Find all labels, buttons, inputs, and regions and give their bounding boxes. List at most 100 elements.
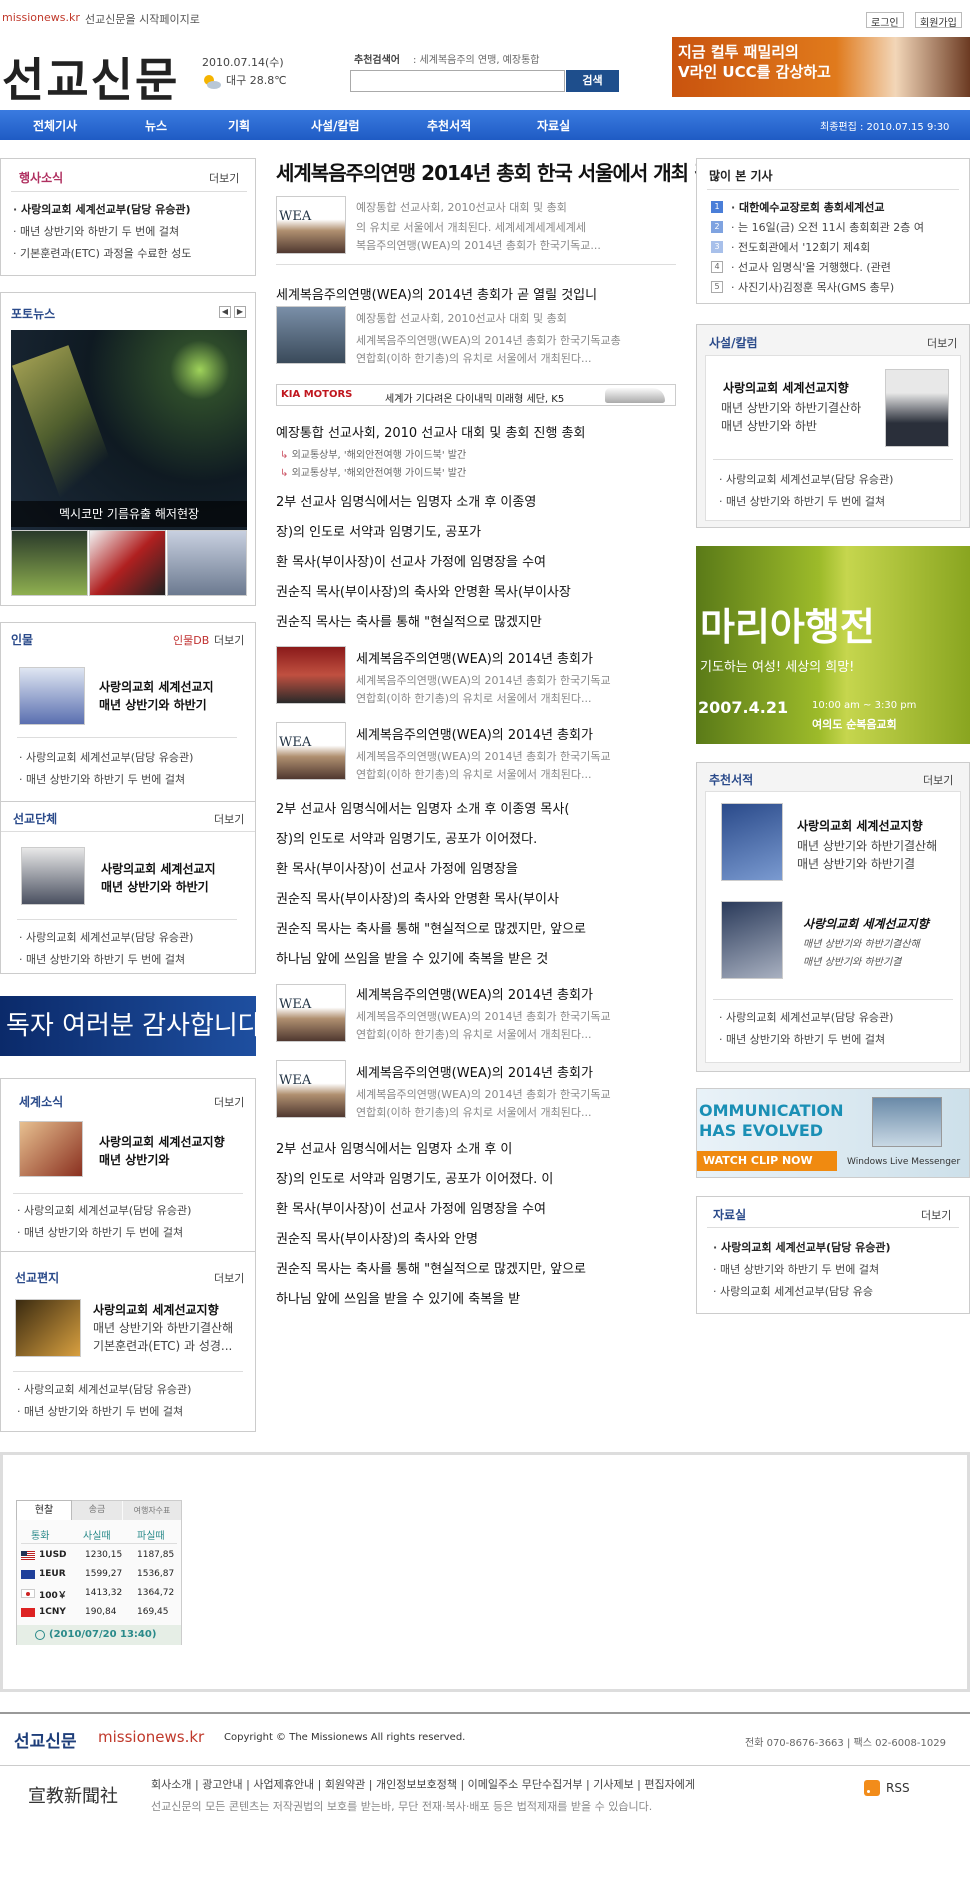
recommended-keywords[interactable]: : 세계복음주의 연맹, 예장통합 — [413, 51, 539, 66]
world-feature-image[interactable] — [19, 1121, 83, 1177]
events-item[interactable]: 기본훈련과(ETC) 과정을 수료한 성도 — [13, 245, 191, 261]
orgs-feature-title[interactable]: 사랑의교회 세계선교지 — [101, 860, 216, 877]
book-2-title[interactable]: 사랑의교회 세계선교지향 — [803, 915, 929, 932]
books-item[interactable]: 사랑의교회 세계선교부(담당 유승관) — [719, 1009, 893, 1025]
thumb3-image[interactable]: WEA — [276, 984, 346, 1042]
article-3-title[interactable]: 예장통합 선교사회, 2010 선교사 대회 및 총회 진행 총회 — [276, 422, 585, 441]
thumb1-image[interactable] — [276, 646, 346, 704]
book-1-cover[interactable] — [721, 803, 783, 881]
messenger-ad-banner[interactable]: OMMUNICATION HAS EVOLVED WATCH CLIP NOW … — [696, 1088, 970, 1178]
archive-item[interactable]: 사랑의교회 세계선교부(담당 유승 — [713, 1283, 873, 1299]
top-ad-banner[interactable]: 지금 컬투 패밀리의 V라인 UCC를 감상하고 — [672, 37, 970, 97]
set-start-page-link[interactable]: 선교신문을 시작페이지로 — [85, 11, 200, 27]
orgs-item[interactable]: 매년 상반기와 하반기 두 번에 걸쳐 — [19, 951, 185, 967]
letters-more-link[interactable]: 더보기 — [214, 1270, 244, 1286]
article-3-sub[interactable]: 외교통상부, '해외안전여행 가이드북' 발간 — [280, 464, 467, 479]
letters-feature-image[interactable] — [15, 1299, 81, 1357]
list3-item[interactable]: 2부 선교사 임명식에서는 임명자 소개 후 이 — [276, 1138, 512, 1157]
top-headline[interactable]: 세계복음주의연맹 2014년 총회 한국 서울에서 개최 결정 — [276, 157, 730, 186]
footer-link-ads[interactable]: 광고안내 — [202, 1778, 242, 1791]
site-link[interactable]: missionews.kr — [2, 11, 80, 24]
editorial-item[interactable]: 매년 상반기와 하반기 두 번에 걸쳐 — [719, 493, 885, 509]
book-2-cover[interactable] — [721, 901, 783, 979]
archive-item[interactable]: 매년 상반기와 하반기 두 번에 걸쳐 — [713, 1261, 879, 1277]
list1-item[interactable]: 환 목사(부이사장)이 선교사 가정에 임명장을 수여 — [276, 551, 546, 570]
list2-item[interactable]: 권순직 목사(부이사장)의 축사와 안명환 목사(부이사 — [276, 888, 559, 907]
watch-clip-button[interactable]: WATCH CLIP NOW — [697, 1151, 837, 1171]
world-item[interactable]: 사랑의교회 세계선교부(담당 유승관) — [17, 1202, 191, 1218]
nav-all-articles[interactable]: 전체기사 — [33, 117, 77, 134]
letters-item[interactable]: 사랑의교회 세계선교부(담당 유승관) — [17, 1381, 191, 1397]
list2-item[interactable]: 환 목사(부이사장)이 선교사 가정에 임명장을 — [276, 858, 518, 877]
most-read-item[interactable]: 선교사 임명식'을 거행했다. (관련 — [731, 259, 891, 275]
list1-item[interactable]: 장)의 인도로 서약과 임명기도, 공포가 — [276, 521, 481, 540]
list3-item[interactable]: 권순직 목사는 축사를 통해 "현실적으로 많겠지만, 앞으로 — [276, 1258, 586, 1277]
photo-prev-icon[interactable]: ◀ — [219, 306, 231, 318]
people-item[interactable]: 매년 상반기와 하반기 두 번에 걸쳐 — [19, 771, 185, 787]
footer-logo[interactable]: 선교신문 — [14, 1727, 77, 1752]
editorial-author-photo[interactable] — [885, 369, 949, 447]
archive-more-link[interactable]: 더보기 — [921, 1207, 951, 1223]
people-db-link[interactable]: 인물DB — [173, 632, 209, 648]
footer-link-terms[interactable]: 회원약관 — [325, 1778, 365, 1791]
people-item[interactable]: 사랑의교회 세계선교부(담당 유승관) — [19, 749, 193, 765]
footer-link-tip[interactable]: 기사제보 — [593, 1778, 633, 1791]
list2-item[interactable]: 하나님 앞에 쓰임을 받을 수 있기에 축복을 받은 것 — [276, 948, 548, 967]
photo-next-icon[interactable]: ▶ — [234, 306, 246, 318]
footer-link-about[interactable]: 회사소개 — [151, 1778, 191, 1791]
photo-thumb[interactable] — [167, 530, 247, 596]
tab-travelers-check[interactable]: 여행자수표 — [123, 1501, 181, 1520]
search-input[interactable] — [350, 70, 565, 92]
photo-thumb[interactable] — [89, 530, 166, 596]
join-button[interactable]: 회원가입 — [915, 12, 962, 29]
thumb4-title[interactable]: 세계복음주의연맹(WEA)의 2014년 총회가 — [356, 1062, 593, 1081]
tab-cash[interactable]: 현찰 — [16, 1500, 72, 1520]
archive-item[interactable]: 사랑의교회 세계선교부(담당 유승관) — [713, 1239, 891, 1255]
list1-item[interactable]: 2부 선교사 임명식에서는 임명자 소개 후 이종영 — [276, 491, 536, 510]
orgs-more-link[interactable]: 더보기 — [214, 811, 244, 827]
photo-thumb[interactable] — [11, 530, 88, 596]
article-3-sub[interactable]: 외교통상부, '해외안전여행 가이드북' 발간 — [280, 446, 467, 461]
editorial-feature-title[interactable]: 사랑의교회 세계선교지향 — [723, 379, 849, 396]
thumb4-image[interactable]: WEA — [276, 1060, 346, 1118]
events-item[interactable]: 매년 상반기와 하반기 두 번에 걸쳐 — [13, 223, 179, 239]
most-read-item[interactable]: 사진기사)김정훈 목사(GMS 총무) — [731, 279, 894, 295]
most-read-item[interactable]: 대한예수교장로회 총회세계선교 — [731, 199, 885, 215]
book-1-title[interactable]: 사랑의교회 세계선교지향 — [797, 817, 923, 834]
site-logo[interactable]: 선교신문 — [2, 44, 179, 110]
books-item[interactable]: 매년 상반기와 하반기 두 번에 걸쳐 — [719, 1031, 885, 1047]
footer-domain[interactable]: missionews.kr — [98, 1728, 204, 1746]
world-more-link[interactable]: 더보기 — [214, 1094, 244, 1110]
most-read-item[interactable]: 는 16일(금) 오전 11시 총회회관 2층 여 — [731, 219, 924, 235]
list3-item[interactable]: 환 목사(부이사장)이 선교사 가정에 임명장을 수여 — [276, 1198, 546, 1217]
footer-link-email-policy[interactable]: 이메일주소 무단수집거부 — [468, 1778, 583, 1791]
people-feature-image[interactable] — [19, 667, 85, 725]
world-item[interactable]: 매년 상반기와 하반기 두 번에 걸쳐 — [17, 1224, 183, 1240]
list1-item[interactable]: 권순직 목사(부이사장)의 축사와 안명환 목사(부이사장 — [276, 581, 571, 600]
rss-link[interactable]: RSS — [886, 1781, 910, 1795]
list2-item[interactable]: 2부 선교사 임명식에서는 임명자 소개 후 이종영 목사( — [276, 798, 569, 817]
nav-feature[interactable]: 기획 — [228, 117, 250, 134]
orgs-item[interactable]: 사랑의교회 세계선교부(담당 유승관) — [19, 929, 193, 945]
tab-remit[interactable]: 송금 — [72, 1501, 122, 1520]
thanks-banner[interactable]: 독자 여러분 감사합니다 — [0, 996, 256, 1056]
list3-item[interactable]: 하나님 앞에 쓰임을 받을 수 있기에 축복을 받 — [276, 1288, 520, 1307]
kia-ad-banner[interactable]: KIA MOTORS 세계가 기다려온 다이내믹 미래형 세단, K5 — [276, 384, 676, 406]
list2-item[interactable]: 장)의 인도로 서약과 임명기도, 공포가 이어졌다. — [276, 828, 537, 847]
editorial-more-link[interactable]: 더보기 — [927, 335, 957, 351]
article-2-title[interactable]: 세계복음주의연맹(WEA)의 2014년 총회가 곧 열릴 것입니 — [276, 284, 597, 303]
orgs-feature-image[interactable] — [21, 847, 85, 905]
footer-link-privacy[interactable]: 개인정보보호정책 — [376, 1778, 457, 1791]
search-button[interactable]: 검색 — [566, 70, 619, 92]
rss-icon[interactable] — [864, 1780, 880, 1796]
nav-news[interactable]: 뉴스 — [145, 117, 167, 134]
people-feature-title[interactable]: 사랑의교회 세계선교지 — [99, 678, 214, 695]
footer-link-editor[interactable]: 편집자에게 — [644, 1778, 695, 1791]
world-feature-title[interactable]: 사랑의교회 세계선교지향 — [99, 1133, 225, 1150]
list2-item[interactable]: 권순직 목사는 축사를 통해 "현실적으로 많겠지만, 앞으로 — [276, 918, 586, 937]
list3-item[interactable]: 장)의 인도로 서약과 임명기도, 공포가 이어졌다. 이 — [276, 1168, 553, 1187]
events-more-link[interactable]: 더보기 — [209, 170, 239, 186]
nav-archive[interactable]: 자료실 — [537, 117, 570, 134]
nav-books[interactable]: 추천서적 — [427, 117, 471, 134]
thumb1-title[interactable]: 세계복음주의연맹(WEA)의 2014년 총회가 — [356, 648, 593, 667]
